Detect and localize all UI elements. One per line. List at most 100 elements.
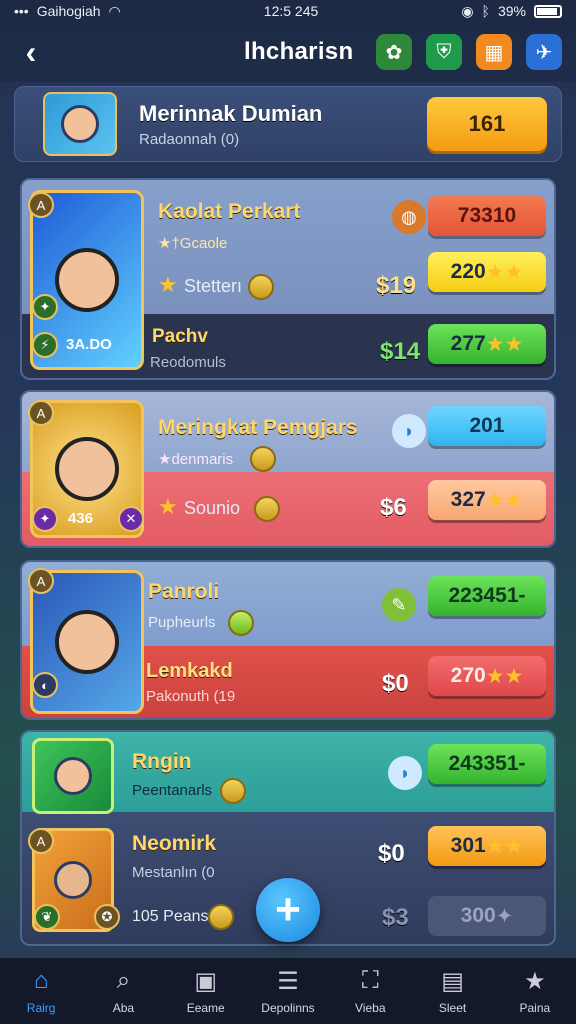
sub-price-label: $14 — [380, 338, 421, 365]
player-card: A ◐ Panroli Pupheurls ✎ 223451- Lemkakd … — [20, 560, 556, 720]
sub-player-name: Lemkakd — [146, 660, 233, 682]
player-card: A ✦ 436 ✕ Meringkat Pemgjars ★denmaris ★… — [20, 390, 556, 548]
locked-value-button[interactable]: 300 ✦ — [428, 896, 546, 936]
player-badge-text: 436 — [68, 510, 94, 527]
shield-icon[interactable]: ⛨ — [426, 34, 462, 70]
value-button[interactable]: 223451- — [428, 576, 546, 616]
coin-icon — [208, 904, 234, 930]
rank-badge-icon: A — [28, 568, 54, 594]
tools-icon: ✕ — [118, 506, 144, 532]
tab-label: Rairg — [26, 1001, 56, 1015]
tab-depot[interactable]: ☰ Depolinns — [247, 958, 329, 1024]
sub-player-subtitle: Mestanlın (0 — [132, 864, 215, 881]
rank-badge-icon: A — [28, 400, 54, 426]
player-tag: Peentanarls — [132, 782, 213, 799]
clock: 12:5 245 — [263, 3, 319, 19]
star-icon: ★★ — [485, 332, 524, 356]
notification-bell-icon[interactable]: ✈ — [526, 34, 562, 70]
coin-icon — [220, 778, 246, 804]
star-value: 301 — [450, 834, 486, 857]
battery-icon — [533, 4, 562, 18]
profile-avatar — [43, 92, 117, 156]
sub-star-value-button[interactable]: 277 ★★ — [428, 324, 546, 364]
leaf-icon: ❦ — [34, 904, 60, 930]
skill-icon: ✪ — [94, 904, 120, 930]
tab-sheet[interactable]: ▤ Sleet — [411, 958, 493, 1024]
back-arrow-icon[interactable]: ‹ — [14, 34, 48, 70]
star-icon: ★ — [524, 967, 546, 995]
potion-icon: ◗ — [388, 756, 422, 790]
tab-rank[interactable]: ★ Paina — [494, 958, 576, 1024]
tab-game[interactable]: ▣ Eeame — [165, 958, 247, 1024]
tab-search[interactable]: ⌕ Aba — [82, 958, 164, 1024]
star-icon: ★★ — [485, 834, 524, 858]
value-button[interactable]: 73310 — [428, 196, 546, 236]
skill-icon: ✦ — [32, 506, 58, 532]
gift-icon: ⛶ — [361, 967, 379, 994]
bottom-tab-bar: ⌂ Rairg ⌕ Aba ▣ Eeame ☰ Depolinns ⛶ Vieb… — [0, 958, 576, 1024]
skill-icon: ✦ — [32, 294, 58, 320]
player-name: Kaolat Perkart — [158, 200, 301, 223]
ball-icon: ◍ — [392, 200, 426, 234]
tab-label: Sleet — [438, 1001, 467, 1015]
bag-icon: ▣ — [194, 967, 218, 995]
rank-badge-icon: A — [28, 192, 54, 218]
price-label: $6 — [380, 494, 407, 521]
locked-value: 300 — [460, 904, 496, 927]
player-card: A ✦ ⚡ 3A.DO Kaolat Perkart ★†Gcaole ★ St… — [20, 178, 556, 380]
player-tag: ★denmaris — [158, 451, 234, 468]
star-value: 270 — [450, 664, 486, 687]
home-icon: ⌂ — [33, 967, 49, 994]
potion-icon: ◗ — [392, 414, 426, 448]
player-name: Rngin — [132, 750, 192, 773]
rank-badge-icon: A — [28, 828, 54, 854]
list-icon: ☰ — [277, 967, 299, 995]
profile-value-button[interactable]: 161 — [427, 97, 547, 151]
coin-icon — [254, 496, 280, 522]
profile-name: Merinnak Dumian — [139, 100, 323, 126]
signal-icon: ••• — [14, 3, 29, 19]
wifi-icon: ◠ — [108, 2, 121, 19]
leaf-icon[interactable]: ✿ — [376, 34, 412, 70]
feature-label: Stetterı — [184, 276, 243, 296]
box-icon[interactable]: ▦ — [476, 34, 512, 70]
battery-percent: 39% — [497, 3, 526, 19]
sub-player-name: Pachv — [152, 326, 208, 347]
bluetooth-icon: ᛒ — [481, 3, 490, 19]
price-label: $0 — [378, 840, 405, 867]
star-value: 327 — [450, 488, 486, 511]
value-button[interactable]: 243351- — [428, 744, 546, 784]
search-icon: ⌕ — [116, 967, 131, 994]
tab-label: Eeame — [186, 1001, 225, 1015]
star-value-button[interactable]: 301 ★★ — [428, 826, 546, 866]
sub-player-subtitle: Reodomuls — [150, 354, 226, 371]
profile-subtitle: Radaonnah (0) — [139, 130, 240, 148]
lock-icon: ✦ — [495, 904, 514, 928]
star-value: 220 — [450, 260, 486, 283]
player-tag: ★†Gcaole — [158, 235, 228, 252]
value-button[interactable]: 201 — [428, 406, 546, 446]
profile-card[interactable]: Merinnak Dumian Radaonnah (0) 161 — [14, 86, 562, 162]
top-navigation-bar: ‹ lhcharisn ✿ ⛨ ▦ ✈ — [0, 24, 576, 80]
star-value-button[interactable]: 327 ★★ — [428, 480, 546, 520]
star-icon: ★★ — [485, 664, 524, 688]
price-label: $19 — [376, 272, 417, 299]
footer-label: 105 Peans — [132, 908, 209, 925]
leaf-icon — [228, 610, 254, 636]
tab-label: Vieba — [355, 1001, 386, 1015]
tab-video[interactable]: ⛶ Vieba — [329, 958, 411, 1024]
coin-icon — [250, 446, 276, 472]
star-icon: ★ — [158, 494, 178, 519]
carrier-name: Gaihogiah — [36, 3, 101, 19]
star-value-button[interactable]: 220 ★★ — [428, 252, 546, 292]
player-tag: Pupheurls — [148, 614, 216, 631]
star-icon: ★★ — [485, 260, 524, 284]
add-button[interactable]: + — [256, 878, 320, 942]
tab-label: Paina — [519, 1001, 551, 1015]
sub-player-subtitle: Pakonuth (19 — [146, 688, 236, 705]
star-value-button[interactable]: 270 ★★ — [428, 656, 546, 696]
star-value: 277 — [450, 332, 486, 355]
player-avatar[interactable] — [32, 738, 114, 814]
tab-home[interactable]: ⌂ Rairg — [0, 958, 82, 1024]
player-name: Panroli — [148, 580, 220, 603]
